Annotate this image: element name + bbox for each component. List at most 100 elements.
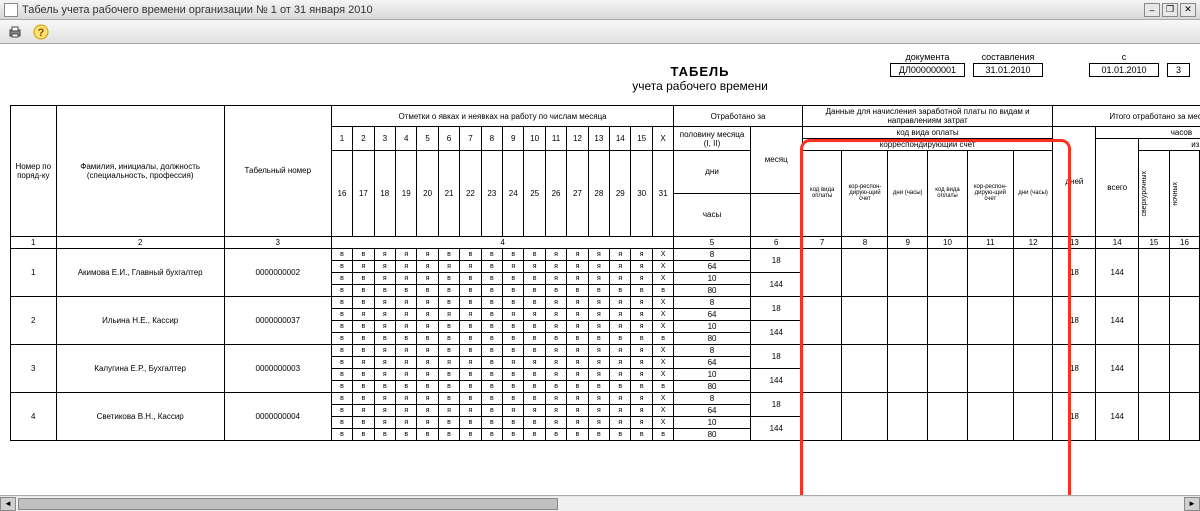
mark-cell: в	[438, 284, 459, 296]
mark-cell: в	[460, 380, 481, 392]
scroll-left-button[interactable]: ◄	[0, 497, 16, 511]
employee-tabnum: 0000000004	[224, 392, 331, 440]
mark-cell: в	[331, 380, 352, 392]
mark-cell: в	[353, 272, 374, 284]
titlebar: Табель учета рабочего времени организаци…	[0, 0, 1200, 20]
mark-cell: в	[631, 284, 652, 296]
document-sheet: документа ДЛ000000001 составления 31.01.…	[0, 44, 1200, 461]
mark-cell: я	[460, 404, 481, 416]
app-window: Табель учета рабочего времени организаци…	[0, 0, 1200, 511]
mark-cell: в	[438, 392, 459, 404]
mark-cell: я	[396, 320, 417, 332]
period-from-field: с 01.01.2010	[1089, 52, 1159, 77]
scroll-right-button[interactable]: ►	[1184, 497, 1200, 511]
mark-cell: я	[396, 260, 417, 272]
mark-cell: я	[567, 344, 588, 356]
mark-cell: я	[610, 368, 631, 380]
maximize-button[interactable]: ❐	[1162, 3, 1178, 17]
mark-cell: X	[652, 320, 673, 332]
mark-cell: в	[503, 272, 524, 284]
mark-cell: в	[481, 296, 502, 308]
mark-cell: в	[460, 392, 481, 404]
mark-cell: в	[503, 320, 524, 332]
mark-cell: я	[374, 308, 395, 320]
mark-cell: в	[524, 296, 545, 308]
mark-cell: я	[417, 404, 438, 416]
mark-cell: в	[353, 284, 374, 296]
mark-cell: в	[331, 428, 352, 440]
mark-cell: я	[567, 416, 588, 428]
scroll-track[interactable]	[16, 497, 1184, 511]
mark-cell: я	[567, 368, 588, 380]
mark-cell: я	[438, 356, 459, 368]
help-icon[interactable]: ?	[32, 23, 50, 41]
employee-tabnum: 0000000037	[224, 296, 331, 344]
mark-cell: в	[460, 284, 481, 296]
mark-cell: в	[503, 416, 524, 428]
print-icon[interactable]	[6, 23, 24, 41]
mark-cell: я	[374, 248, 395, 260]
mark-cell: в	[481, 308, 502, 320]
mark-cell: я	[374, 260, 395, 272]
mark-cell: в	[331, 392, 352, 404]
mark-cell: я	[631, 404, 652, 416]
mark-cell: я	[631, 296, 652, 308]
mark-cell: в	[353, 320, 374, 332]
mark-cell: я	[460, 260, 481, 272]
mark-cell: в	[481, 332, 502, 344]
mark-cell: я	[374, 404, 395, 416]
mark-cell: я	[588, 404, 609, 416]
mark-cell: в	[353, 332, 374, 344]
mark-cell: X	[652, 416, 673, 428]
scroll-thumb[interactable]	[18, 498, 558, 510]
svg-text:?: ?	[38, 27, 45, 39]
mark-cell: в	[524, 284, 545, 296]
mark-cell: X	[652, 272, 673, 284]
mark-cell: я	[631, 392, 652, 404]
minimize-button[interactable]: –	[1144, 3, 1160, 17]
mark-cell: X	[652, 392, 673, 404]
mark-cell: я	[567, 260, 588, 272]
mark-cell: в	[481, 428, 502, 440]
mark-cell: я	[374, 392, 395, 404]
employee-tabnum: 0000000002	[224, 248, 331, 296]
mark-cell: я	[567, 404, 588, 416]
employee-name: Калугина Е.Р., Бухгалтер	[56, 344, 224, 392]
mark-cell: в	[481, 320, 502, 332]
mark-cell: в	[503, 344, 524, 356]
mark-cell: в	[374, 284, 395, 296]
mark-cell: в	[438, 344, 459, 356]
mark-cell: в	[503, 392, 524, 404]
mark-cell: в	[353, 380, 374, 392]
mark-cell: в	[417, 380, 438, 392]
close-button[interactable]: ✕	[1180, 3, 1196, 17]
mark-cell: в	[588, 332, 609, 344]
mark-cell: в	[652, 380, 673, 392]
mark-cell: в	[610, 428, 631, 440]
toolbar: ?	[0, 20, 1200, 44]
horizontal-scrollbar[interactable]: ◄ ►	[0, 495, 1200, 511]
mark-cell: в	[353, 368, 374, 380]
mark-cell: я	[588, 272, 609, 284]
mark-cell: в	[353, 428, 374, 440]
mark-cell: в	[353, 416, 374, 428]
mark-cell: я	[396, 368, 417, 380]
mark-cell: в	[460, 344, 481, 356]
mark-cell: я	[417, 356, 438, 368]
mark-cell: в	[438, 296, 459, 308]
mark-cell: я	[417, 320, 438, 332]
mark-cell: в	[460, 428, 481, 440]
mark-cell: в	[481, 416, 502, 428]
mark-cell: я	[545, 296, 566, 308]
employee-name: Акимова Е.И., Главный бухгалтер	[56, 248, 224, 296]
mark-cell: в	[567, 332, 588, 344]
mark-cell: в	[331, 296, 352, 308]
mark-cell: я	[588, 392, 609, 404]
mark-cell: в	[481, 284, 502, 296]
content-area[interactable]: документа ДЛ000000001 составления 31.01.…	[0, 44, 1200, 495]
mark-cell: я	[567, 296, 588, 308]
mark-cell: в	[610, 380, 631, 392]
mark-cell: в	[503, 380, 524, 392]
mark-cell: я	[396, 404, 417, 416]
mark-cell: я	[631, 248, 652, 260]
